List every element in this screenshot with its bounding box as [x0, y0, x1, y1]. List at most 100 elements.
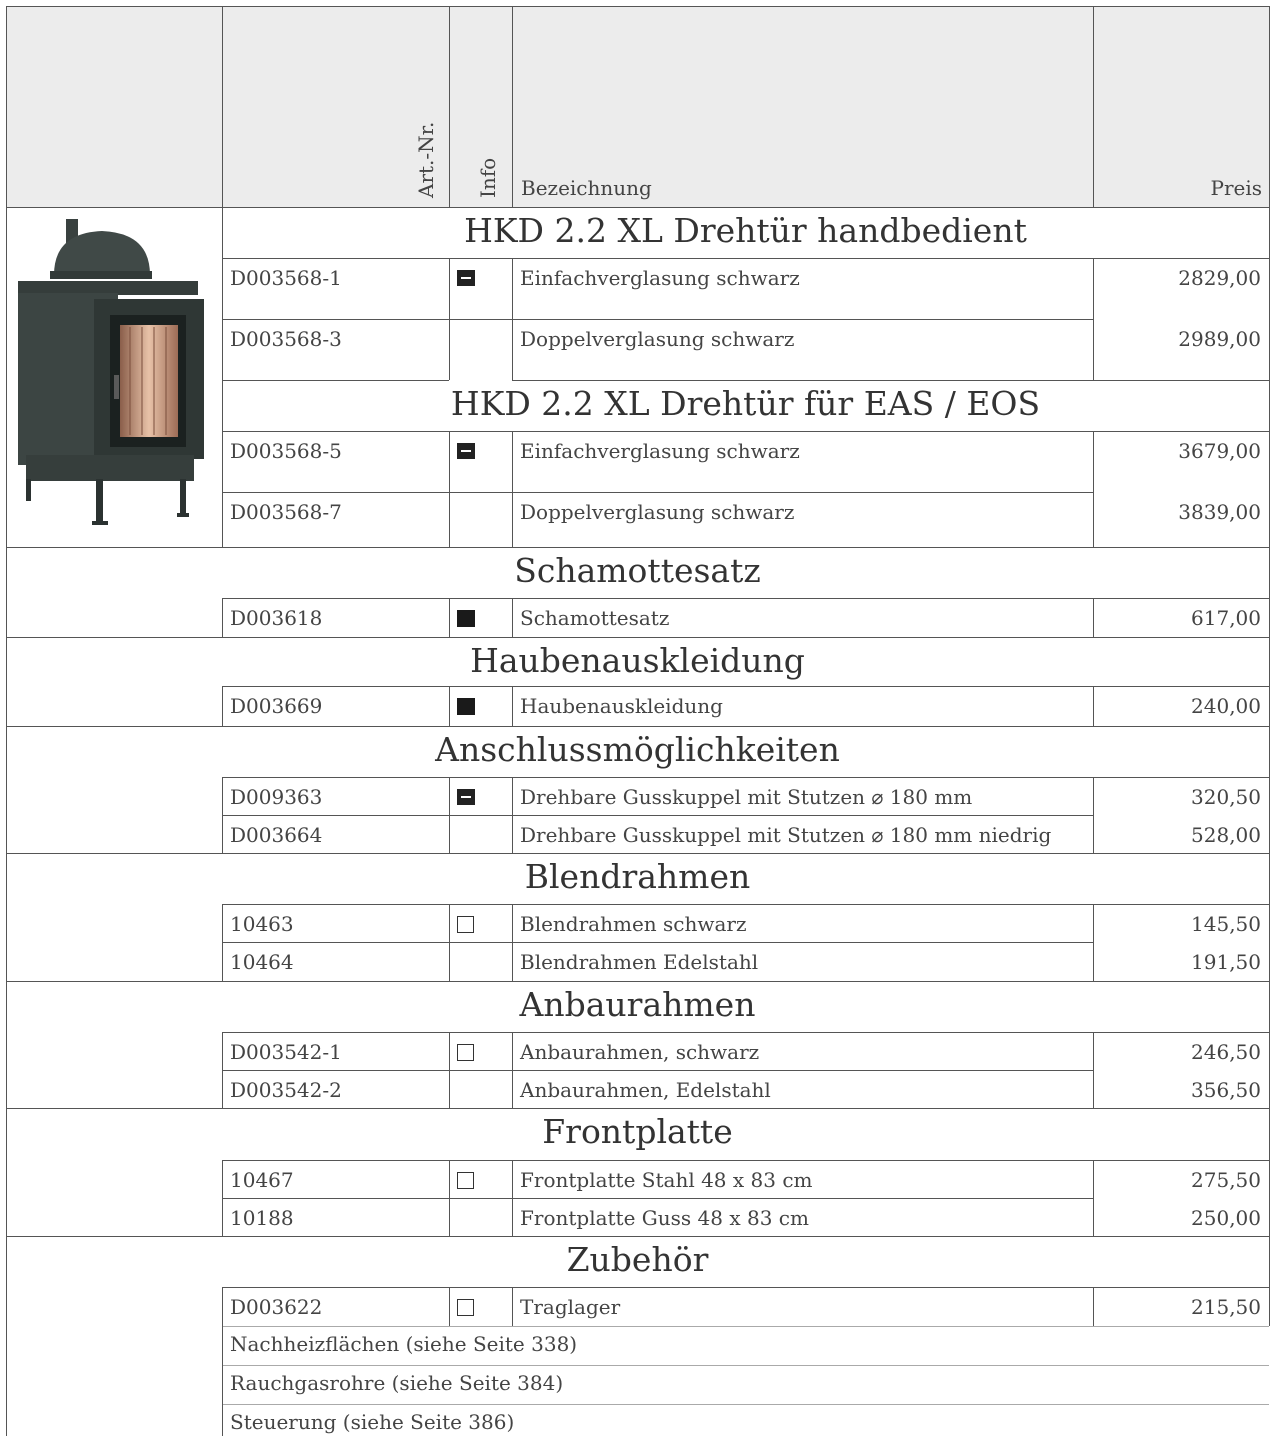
column-divider	[6, 981, 7, 1108]
description: Doppelverglasung schwarz	[520, 327, 795, 351]
column-divider	[449, 904, 450, 981]
column-divider	[222, 1032, 223, 1108]
column-divider	[1093, 1287, 1094, 1326]
column-divider	[512, 431, 513, 547]
article-number: D003542-2	[230, 1078, 342, 1102]
price: 250,00	[1191, 1206, 1261, 1230]
row-divider	[512, 904, 1269, 905]
column-divider	[449, 6, 450, 207]
price: 191,50	[1191, 950, 1261, 974]
article-number: D003568-3	[230, 327, 342, 351]
row-divider	[222, 1160, 449, 1161]
row-divider	[512, 380, 1093, 381]
section-title: Anschlussmöglichkeiten	[435, 730, 840, 769]
section-title: Frontplatte	[542, 1112, 733, 1151]
column-divider	[512, 1032, 513, 1108]
article-number: D003669	[230, 694, 323, 718]
row-divider	[6, 726, 1269, 727]
row-divider	[512, 319, 1093, 320]
section-title: Haubenauskleidung	[470, 641, 805, 680]
price: 145,50	[1191, 912, 1261, 936]
info-header: Info	[476, 157, 500, 198]
row-divider	[6, 207, 1269, 208]
description: Einfachverglasung schwarz	[520, 266, 800, 290]
column-divider	[222, 777, 223, 853]
column-divider	[449, 1032, 450, 1108]
row-divider	[222, 1404, 1269, 1405]
row-divider	[222, 1287, 449, 1288]
column-divider	[6, 1108, 7, 1236]
column-divider	[449, 258, 450, 380]
price: 240,00	[1191, 694, 1261, 718]
article-number: D003568-1	[230, 266, 342, 290]
column-divider	[1093, 598, 1094, 637]
description: Drehbare Gusskuppel mit Stutzen ⌀ 180 mm…	[520, 823, 1052, 847]
row-divider	[222, 431, 449, 432]
row-divider	[222, 1032, 449, 1033]
column-divider	[222, 686, 223, 726]
minus-box-icon	[457, 443, 475, 459]
price: 356,50	[1191, 1078, 1261, 1102]
row-divider	[512, 686, 1269, 687]
row-divider	[6, 1236, 1269, 1237]
price: 3679,00	[1178, 439, 1261, 463]
column-divider	[1093, 904, 1094, 981]
column-divider	[222, 598, 223, 637]
price: 320,50	[1191, 785, 1261, 809]
column-divider	[222, 1160, 223, 1236]
section-title: Blendrahmen	[524, 857, 751, 896]
description: Frontplatte Guss 48 x 83 cm	[520, 1206, 809, 1230]
article-number: D003568-5	[230, 439, 342, 463]
column-divider	[512, 258, 513, 380]
price: 246,50	[1191, 1040, 1261, 1064]
article-number: 10467	[230, 1168, 294, 1192]
row-divider	[6, 547, 1269, 548]
row-divider	[512, 942, 1093, 943]
artnr-header: Art.-Nr.	[414, 121, 438, 198]
description: Blendrahmen Edelstahl	[520, 950, 759, 974]
row-divider	[512, 1032, 1269, 1033]
column-divider	[512, 1287, 513, 1326]
row-divider	[512, 598, 1269, 599]
column-divider	[6, 853, 7, 981]
description: Haubenauskleidung	[520, 694, 723, 718]
preis-header: Preis	[1210, 176, 1262, 200]
column-divider	[512, 1160, 513, 1236]
column-divider	[6, 547, 7, 637]
fireplace-product-image	[18, 219, 204, 525]
price: 528,00	[1191, 823, 1261, 847]
column-divider	[449, 686, 450, 726]
row-divider	[512, 431, 1269, 432]
description: Doppelverglasung schwarz	[520, 500, 795, 524]
row-divider	[222, 777, 449, 778]
column-divider	[222, 6, 223, 207]
article-number: 10464	[230, 950, 294, 974]
description: Drehbare Gusskuppel mit Stutzen ⌀ 180 mm	[520, 785, 973, 809]
price: 275,50	[1191, 1168, 1261, 1192]
section-title: HKD 2.2 XL Drehtür handbedient	[464, 211, 1027, 250]
filled-square-icon	[457, 610, 475, 627]
column-divider	[1093, 1032, 1094, 1108]
column-divider	[512, 777, 513, 853]
column-divider	[512, 686, 513, 726]
column-divider	[1093, 1160, 1094, 1236]
article-number: D003622	[230, 1295, 323, 1319]
column-divider	[1093, 6, 1094, 207]
empty-square-icon	[457, 916, 474, 933]
row-divider	[6, 853, 1269, 854]
description: Anbaurahmen, schwarz	[520, 1040, 760, 1064]
row-divider	[6, 1108, 1269, 1109]
description: Blendrahmen schwarz	[520, 912, 747, 936]
column-divider	[222, 1326, 223, 1436]
section-title: Schamottesatz	[514, 551, 761, 590]
article-number: D003618	[230, 606, 323, 630]
column-divider	[512, 904, 513, 981]
column-divider	[222, 904, 223, 981]
column-divider	[1093, 431, 1094, 547]
price: 617,00	[1191, 606, 1261, 630]
column-divider	[222, 207, 223, 547]
reference-note: Rauchgasrohre (siehe Seite 384)	[230, 1371, 564, 1395]
filled-square-icon	[457, 698, 475, 715]
section-title: Anbaurahmen	[519, 985, 756, 1024]
empty-square-icon	[457, 1172, 474, 1189]
